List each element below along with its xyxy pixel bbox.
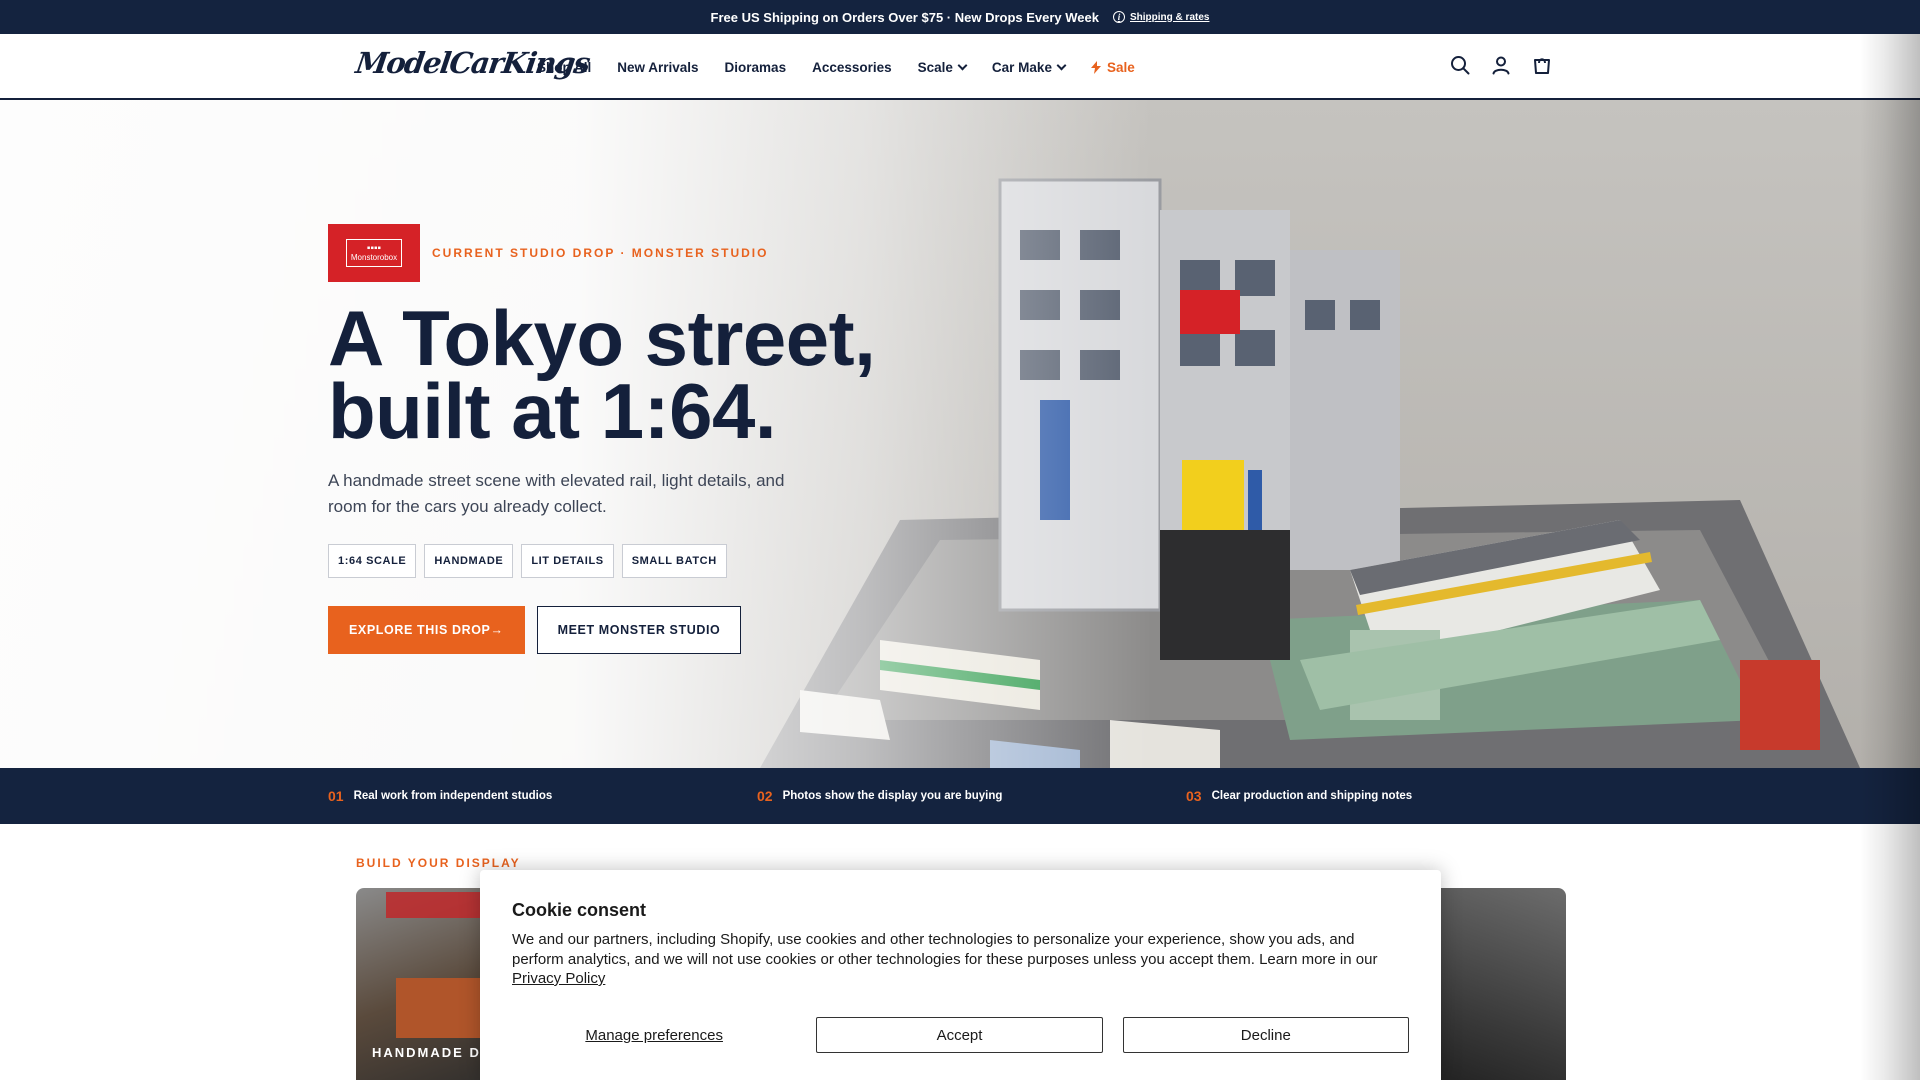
meet-studio-button[interactable]: MEET MONSTER STUDIO	[536, 606, 742, 654]
cookie-consent-dialog: Cookie consent We and our partners, incl…	[480, 870, 1441, 1080]
cookie-title: Cookie consent	[512, 900, 647, 920]
hero-title-line-2: built at 1:64.	[328, 367, 777, 455]
value-number: 03	[1186, 788, 1202, 804]
accept-button[interactable]: Accept	[816, 1017, 1103, 1053]
nav-shop-all[interactable]: Shop All	[537, 60, 591, 75]
hero-title: A Tokyo street, built at 1:64.	[328, 299, 1028, 450]
value-number: 01	[328, 788, 344, 804]
announcement-text: Free US Shipping on Orders Over $75 · Ne…	[710, 9, 1099, 25]
hero-ctas: EXPLORE THIS DROP→ MEET MONSTER STUDIO	[328, 606, 1028, 654]
nav-new-arrivals[interactable]: New Arrivals	[617, 60, 698, 75]
header-icons	[1449, 54, 1553, 76]
nav-label: Shop All	[537, 59, 592, 75]
cart-icon[interactable]	[1531, 54, 1553, 76]
chevron-down-icon	[1056, 60, 1067, 70]
value-text: Clear production and shipping notes	[1211, 790, 1413, 802]
shipping-rates-label: Shipping & rates	[1130, 11, 1210, 23]
brand-row: ▪▪▪▪ Monstorobox CURRENT STUDIO DROP · M…	[328, 224, 1028, 282]
cookie-actions: Manage preferences Accept Decline	[512, 1017, 1409, 1053]
nav-label: Sale	[1106, 59, 1135, 75]
nav-label: Accessories	[812, 59, 892, 75]
tag-small-batch: SMALL BATCH	[621, 544, 727, 578]
announcement-bar: Free US Shipping on Orders Over $75 · Ne…	[0, 0, 1920, 34]
shipping-rates-link[interactable]: i Shipping & rates	[1113, 11, 1209, 23]
chevron-down-icon	[957, 60, 968, 70]
card-photo-shelf	[396, 978, 486, 1038]
value-item: 01 Real work from independent studios	[328, 768, 552, 824]
nav-label: Scale	[917, 59, 953, 75]
cookie-text: We and our partners, including Shopify, …	[512, 930, 1392, 989]
cookie-body: We and our partners, including Shopify, …	[512, 931, 1378, 968]
hero-eyebrow: CURRENT STUDIO DROP · MONSTER STUDIO	[432, 246, 769, 260]
nav-sale[interactable]: Sale	[1090, 59, 1135, 75]
value-number: 02	[757, 788, 773, 804]
value-item: 02 Photos show the display you are buyin…	[757, 768, 1002, 824]
site-header: ModelCarKings Shop All New Arrivals Dior…	[0, 34, 1920, 100]
hero-tags: 1:64 SCALE HANDMADE LIT DETAILS SMALL BA…	[328, 544, 1028, 578]
studio-logo: ▪▪▪▪ Monstorobox	[346, 239, 402, 267]
nav-label: Car Make	[991, 59, 1052, 75]
studio-logo-text: Monstorobox	[350, 253, 398, 263]
decline-button[interactable]: Decline	[1122, 1017, 1409, 1053]
search-icon[interactable]	[1449, 54, 1471, 76]
tag-scale: 1:64 SCALE	[328, 544, 417, 578]
tag-lit-details: LIT DETAILS	[521, 544, 614, 578]
account-icon[interactable]	[1490, 54, 1512, 76]
value-item: 03 Clear production and shipping notes	[1186, 768, 1412, 824]
nav-car-make-dropdown[interactable]: Car Make	[991, 59, 1067, 75]
hero-subtitle: A handmade street scene with elevated ra…	[328, 471, 785, 516]
manage-preferences-button[interactable]: Manage preferences	[512, 1017, 797, 1053]
privacy-policy-link[interactable]: Privacy Policy	[512, 970, 605, 987]
nav-label: Dioramas	[724, 59, 787, 75]
value-text: Real work from independent studios	[353, 790, 553, 802]
main-nav: Shop All New Arrivals Dioramas Accessori…	[537, 34, 1135, 100]
nav-label: New Arrivals	[617, 59, 699, 75]
tag-handmade: HANDMADE	[424, 544, 514, 578]
hero-section: ▪▪▪▪ Monstorobox CURRENT STUDIO DROP · M…	[0, 100, 1920, 768]
value-strip: 01 Real work from independent studios 02…	[0, 768, 1920, 824]
build-display-label: BUILD YOUR DISPLAY	[356, 856, 521, 870]
nav-scale-dropdown[interactable]: Scale	[917, 59, 968, 75]
nav-accessories[interactable]: Accessories	[812, 60, 892, 75]
value-text: Photos show the display you are buying	[782, 790, 1003, 802]
nav-dioramas[interactable]: Dioramas	[725, 60, 787, 75]
explore-drop-button[interactable]: EXPLORE THIS DROP→	[328, 606, 525, 654]
hero-content: ▪▪▪▪ Monstorobox CURRENT STUDIO DROP · M…	[328, 224, 1028, 654]
info-icon: i	[1113, 11, 1125, 23]
lightning-icon	[1090, 60, 1101, 74]
studio-logo-badge: ▪▪▪▪ Monstorobox	[328, 224, 420, 282]
